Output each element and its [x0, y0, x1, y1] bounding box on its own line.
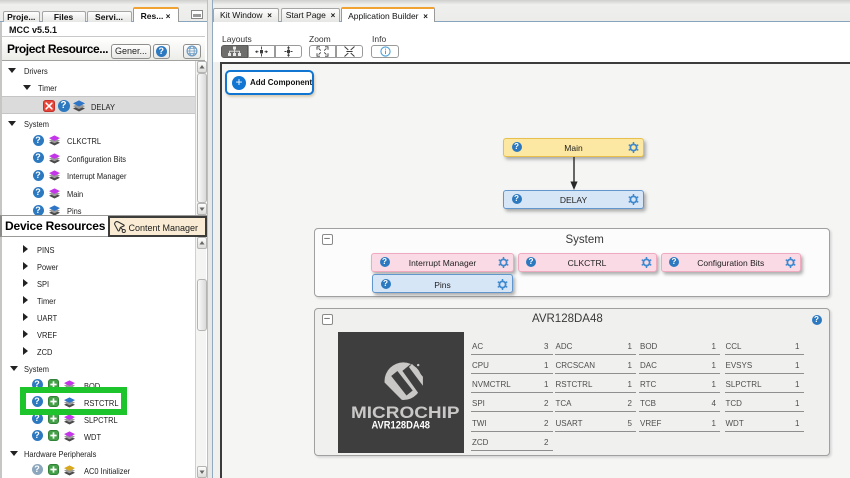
svg-text:AVR128DA48: AVR128DA48 [371, 420, 430, 432]
